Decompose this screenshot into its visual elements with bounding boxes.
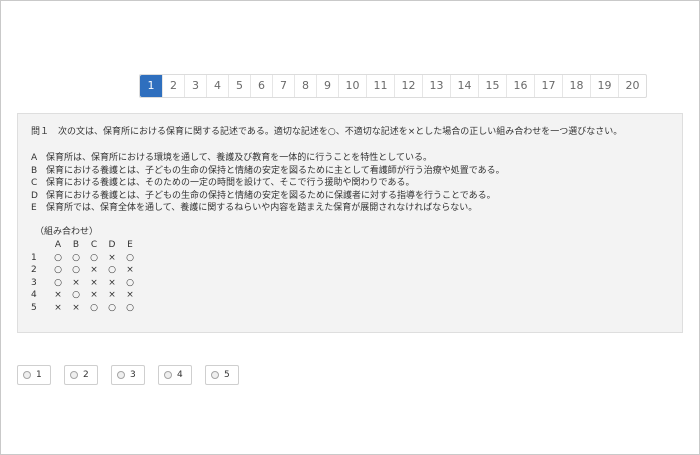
page-button-1[interactable]: 1: [140, 75, 162, 97]
combination-mark: ○: [54, 265, 62, 276]
statement-b: B 保育における養護とは、子どもの生命の保持と情緒の安定を図るために主として看護師…: [31, 165, 505, 178]
page-button-17[interactable]: 17: [534, 75, 562, 97]
radio-icon[interactable]: [23, 371, 31, 379]
combination-mark: ○: [90, 252, 98, 263]
statement-text: 保育における養護とは、子どもの生命の保持と情緒の安定を図るために主として看護師が…: [46, 165, 505, 176]
page-button-18[interactable]: 18: [562, 75, 590, 97]
combination-mark: ×: [108, 290, 116, 301]
statement-d: D 保育における養護とは、子どもの生命の保持と情緒の安定を図るために保護者に対する…: [31, 190, 505, 203]
combination-mark: ×: [108, 277, 116, 288]
combination-heading: （組み合わせ）: [35, 227, 99, 237]
combination-corner: [31, 239, 49, 252]
combination-mark: ×: [126, 290, 134, 301]
statement-letter: E: [31, 203, 37, 214]
combination-mark: ○: [126, 302, 134, 313]
page-button-15[interactable]: 15: [478, 75, 506, 97]
page-button-14[interactable]: 14: [450, 75, 478, 97]
page-button-12[interactable]: 12: [394, 75, 422, 97]
combination-mark: ×: [90, 277, 98, 288]
answer-label: 3: [130, 370, 136, 380]
pagination: 1 2 3 4 5 6 7 8 9 10 11 12 13 14 15 16 17 18 19 20: [139, 74, 647, 98]
answer-option-4[interactable]: 4: [158, 365, 192, 385]
page-button-6[interactable]: 6: [250, 75, 272, 97]
page-button-3[interactable]: 3: [184, 75, 206, 97]
answer-options: 1 2 3 4 5: [17, 365, 239, 385]
page-button-4[interactable]: 4: [206, 75, 228, 97]
combination-mark: ○: [108, 302, 116, 313]
combination-mark: ○: [72, 265, 80, 276]
combination-mark: ×: [54, 302, 62, 313]
combination-mark: ×: [90, 290, 98, 301]
combination-row: 3 ○ × × × ○: [31, 277, 139, 290]
page-button-10[interactable]: 10: [338, 75, 366, 97]
combination-row: 5 × × ○ ○ ○: [31, 302, 139, 315]
page-button-8[interactable]: 8: [294, 75, 316, 97]
statement-text: 保育所では、保育全体を通して、養護に関するねらいや内容を踏まえた保育が展開されな…: [46, 203, 478, 214]
answer-option-2[interactable]: 2: [64, 365, 98, 385]
radio-icon[interactable]: [211, 371, 219, 379]
combination-row-number: 3: [31, 277, 37, 288]
statement-letter: C: [31, 178, 38, 189]
combination-mark: ○: [126, 252, 134, 263]
page-button-7[interactable]: 7: [272, 75, 294, 97]
answer-label: 5: [224, 370, 230, 380]
combination-mark: ○: [54, 277, 62, 288]
statement-text: 保育における養護とは、そのための一定の時間を設けて、そこで行う援助や関わりである…: [46, 178, 415, 189]
combination-row-number: 4: [31, 290, 37, 301]
combination-mark: ×: [72, 277, 80, 288]
question-panel: 問１ 次の文は、保育所における保育に関する記述である。適切な記述を○、不適切な記…: [17, 113, 683, 333]
combination-row-number: 1: [31, 252, 37, 263]
combination-column-e: E: [127, 240, 133, 250]
statement-text: 保育における養護とは、子どもの生命の保持と情緒の安定を図るために保護者に対する指…: [46, 190, 496, 201]
statement-letter: B: [31, 165, 38, 176]
combination-column-d: D: [108, 240, 116, 250]
page-button-9[interactable]: 9: [316, 75, 338, 97]
page-button-19[interactable]: 19: [590, 75, 618, 97]
page-button-11[interactable]: 11: [366, 75, 394, 97]
statement-c: C 保育における養護とは、そのための一定の時間を設けて、そこで行う援助や関わりであ…: [31, 177, 505, 190]
radio-icon[interactable]: [164, 371, 172, 379]
answer-option-3[interactable]: 3: [111, 365, 145, 385]
combination-row-number: 2: [31, 265, 37, 276]
combination-mark: ○: [90, 302, 98, 313]
answer-label: 1: [36, 370, 42, 380]
combination-mark: ×: [126, 265, 134, 276]
combination-header-row: ABCD E: [31, 239, 139, 252]
combination-column-c: C: [90, 240, 98, 250]
page-button-20[interactable]: 20: [618, 75, 646, 97]
answer-option-1[interactable]: 1: [17, 365, 51, 385]
combination-mark: ×: [54, 290, 62, 301]
statement-a: A 保育所は、保育所における環境を通して、養護及び教育を一体的に行うことを特性とし…: [31, 152, 505, 165]
combination-column-a: A: [54, 240, 62, 250]
page-button-13[interactable]: 13: [422, 75, 450, 97]
combination-row-number: 5: [31, 302, 37, 313]
radio-icon[interactable]: [117, 371, 125, 379]
statement-text: 保育所は、保育所における環境を通して、養護及び教育を一体的に行うことを特性として…: [46, 153, 433, 163]
answer-label: 2: [83, 370, 89, 380]
combination-mark: ○: [54, 252, 62, 263]
answer-option-5[interactable]: 5: [205, 365, 239, 385]
statement-letter: D: [31, 190, 38, 201]
combination-mark: ○: [108, 265, 116, 276]
combination-mark: ×: [72, 302, 80, 313]
combination-table: A B C D E 1 ○ ○ ○ × ○ 2 ○ ○ × ○ × 3 ○ × × × ○ 4 × ○ × × × 5 × × ○ ○ ○: [31, 239, 139, 315]
statement-letter: A: [31, 153, 38, 163]
combination-row: 1 ○ ○ ○ × ○: [31, 252, 139, 265]
combination-mark: ×: [90, 265, 98, 276]
combination-row: 4 × ○ × × ×: [31, 289, 139, 302]
combination-mark: ×: [108, 252, 116, 263]
statement-e: E 保育所では、保育全体を通して、養護に関するねらいや内容を踏まえた保育が展開され…: [31, 202, 505, 215]
question-title: 問１ 次の文は、保育所における保育に関する記述である。適切な記述を○、不適切な記…: [31, 127, 623, 137]
page-button-16[interactable]: 16: [506, 75, 534, 97]
combination-mark: ○: [72, 252, 80, 263]
combination-mark: ○: [72, 290, 80, 301]
combination-row: 2 ○ ○ × ○ ×: [31, 264, 139, 277]
answer-label: 4: [177, 370, 183, 380]
page-button-2[interactable]: 2: [162, 75, 184, 97]
statement-list: A 保育所は、保育所における環境を通して、養護及び教育を一体的に行うことを特性とし…: [31, 152, 505, 215]
radio-icon[interactable]: [70, 371, 78, 379]
combination-mark: ○: [126, 277, 134, 288]
page-button-5[interactable]: 5: [228, 75, 250, 97]
combination-column-b: B: [72, 240, 80, 250]
